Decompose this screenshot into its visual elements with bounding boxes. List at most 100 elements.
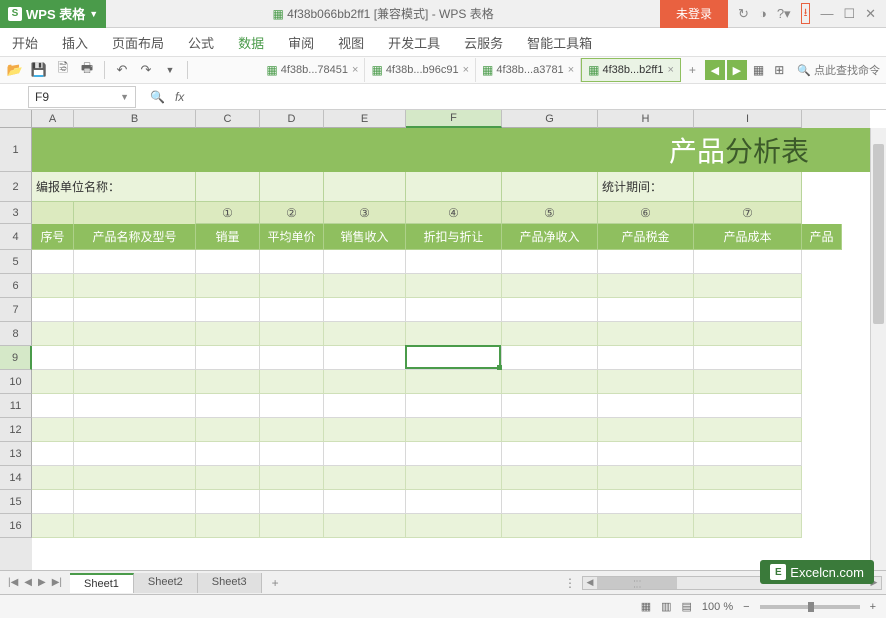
cell[interactable] [32, 202, 74, 224]
cell[interactable] [406, 394, 502, 418]
cell[interactable] [196, 418, 260, 442]
menu-插入[interactable]: 插入 [62, 33, 88, 52]
cell[interactable] [694, 250, 802, 274]
view-icon[interactable]: ▦ [748, 63, 769, 77]
cell[interactable] [196, 172, 260, 202]
cell[interactable] [502, 250, 598, 274]
sheet-tab-Sheet3[interactable]: Sheet3 [198, 573, 262, 593]
sheet-tab-Sheet1[interactable]: Sheet1 [70, 573, 134, 593]
header-cell[interactable]: 产品名称及型号 [74, 224, 196, 250]
download-icon[interactable]: ⭳ [801, 3, 811, 24]
cell[interactable] [196, 466, 260, 490]
header-cell[interactable]: 产品税金 [598, 224, 694, 250]
cell[interactable] [406, 514, 502, 538]
row-header-16[interactable]: 16 [0, 514, 32, 538]
cell[interactable] [74, 490, 196, 514]
cell[interactable] [260, 322, 324, 346]
cell[interactable] [260, 346, 324, 370]
doc-tab[interactable]: ▦4f38b...b2ff1× [581, 58, 681, 82]
sheet-next-icon[interactable]: ▶ [36, 575, 48, 590]
cell[interactable] [502, 322, 598, 346]
doc-tab[interactable]: ▦4f38b...78451× [260, 58, 365, 82]
cell[interactable] [260, 172, 324, 202]
view-page-icon[interactable]: ▥ [661, 600, 671, 613]
view-layout-icon[interactable]: ▤ [682, 600, 692, 613]
cell[interactable] [502, 394, 598, 418]
cell[interactable] [598, 250, 694, 274]
cell[interactable] [324, 370, 406, 394]
cell[interactable] [406, 346, 502, 370]
col-header-H[interactable]: H [598, 110, 694, 128]
col-header-E[interactable]: E [324, 110, 406, 128]
cell[interactable] [260, 394, 324, 418]
header-cell[interactable]: 折扣与折让 [406, 224, 502, 250]
row-header-10[interactable]: 10 [0, 370, 32, 394]
cell[interactable] [406, 418, 502, 442]
cell[interactable] [598, 490, 694, 514]
zoom-level[interactable]: 100 % [702, 601, 733, 613]
close-tab-icon[interactable]: × [352, 64, 358, 76]
cell[interactable] [324, 442, 406, 466]
col-header-F[interactable]: F [406, 110, 502, 128]
cell[interactable] [74, 202, 196, 224]
cell[interactable] [598, 346, 694, 370]
cell[interactable] [260, 250, 324, 274]
cell[interactable] [196, 490, 260, 514]
cell[interactable] [502, 274, 598, 298]
cell[interactable] [694, 274, 802, 298]
cell[interactable] [598, 322, 694, 346]
cell[interactable] [324, 346, 406, 370]
cell[interactable] [32, 418, 74, 442]
cell[interactable] [694, 466, 802, 490]
horizontal-scroll-thumb[interactable] [597, 577, 677, 589]
cell[interactable] [502, 442, 598, 466]
cell[interactable] [74, 346, 196, 370]
cell[interactable] [694, 394, 802, 418]
window-arrange-icon[interactable]: ⊞ [769, 63, 789, 77]
cell[interactable] [406, 490, 502, 514]
cell[interactable] [74, 370, 196, 394]
cell[interactable] [74, 298, 196, 322]
help-icon[interactable]: ?▾ [777, 6, 791, 22]
cell[interactable] [196, 442, 260, 466]
cell[interactable] [324, 394, 406, 418]
fx-button[interactable]: fx [175, 90, 184, 104]
cell[interactable] [196, 250, 260, 274]
cell[interactable] [74, 514, 196, 538]
cell[interactable] [196, 298, 260, 322]
cell[interactable] [74, 322, 196, 346]
vertical-scroll-thumb[interactable] [873, 144, 884, 324]
cell[interactable] [502, 466, 598, 490]
minimize-button[interactable]: — [820, 6, 833, 21]
save-icon[interactable]: 💾 [30, 61, 48, 79]
cell[interactable] [74, 250, 196, 274]
cell[interactable] [694, 490, 802, 514]
close-tab-icon[interactable]: × [568, 64, 574, 76]
cell[interactable] [32, 442, 74, 466]
cell[interactable] [74, 442, 196, 466]
cell[interactable] [74, 394, 196, 418]
row-header-6[interactable]: 6 [0, 274, 32, 298]
cell[interactable] [260, 418, 324, 442]
sheet-tab-Sheet2[interactable]: Sheet2 [134, 573, 198, 593]
cell[interactable] [260, 466, 324, 490]
spreadsheet-grid[interactable]: ABCDEFGHI 12345678910111213141516 产品分析表 … [0, 110, 886, 570]
doc-tab[interactable]: ▦4f38b...b96c91× [365, 58, 476, 82]
namebox-dropdown-icon[interactable]: ▼ [120, 92, 129, 102]
new-tab-button[interactable]: + [681, 63, 704, 77]
menu-开发工具[interactable]: 开发工具 [388, 33, 440, 52]
sheet-prev-icon[interactable]: ◀ [22, 575, 34, 590]
col-header-B[interactable]: B [74, 110, 196, 128]
row-header-4[interactable]: 4 [0, 224, 32, 250]
cell[interactable]: ⑦ [694, 202, 802, 224]
cell[interactable] [32, 370, 74, 394]
cell[interactable] [694, 370, 802, 394]
cell[interactable] [32, 514, 74, 538]
cell[interactable] [32, 346, 74, 370]
cell[interactable] [324, 172, 406, 202]
row-header-14[interactable]: 14 [0, 466, 32, 490]
row-header-15[interactable]: 15 [0, 490, 32, 514]
redo-icon[interactable]: ↷ [137, 61, 155, 79]
undo-icon[interactable]: ↶ [113, 61, 131, 79]
header-cell[interactable]: 平均单价 [260, 224, 324, 250]
